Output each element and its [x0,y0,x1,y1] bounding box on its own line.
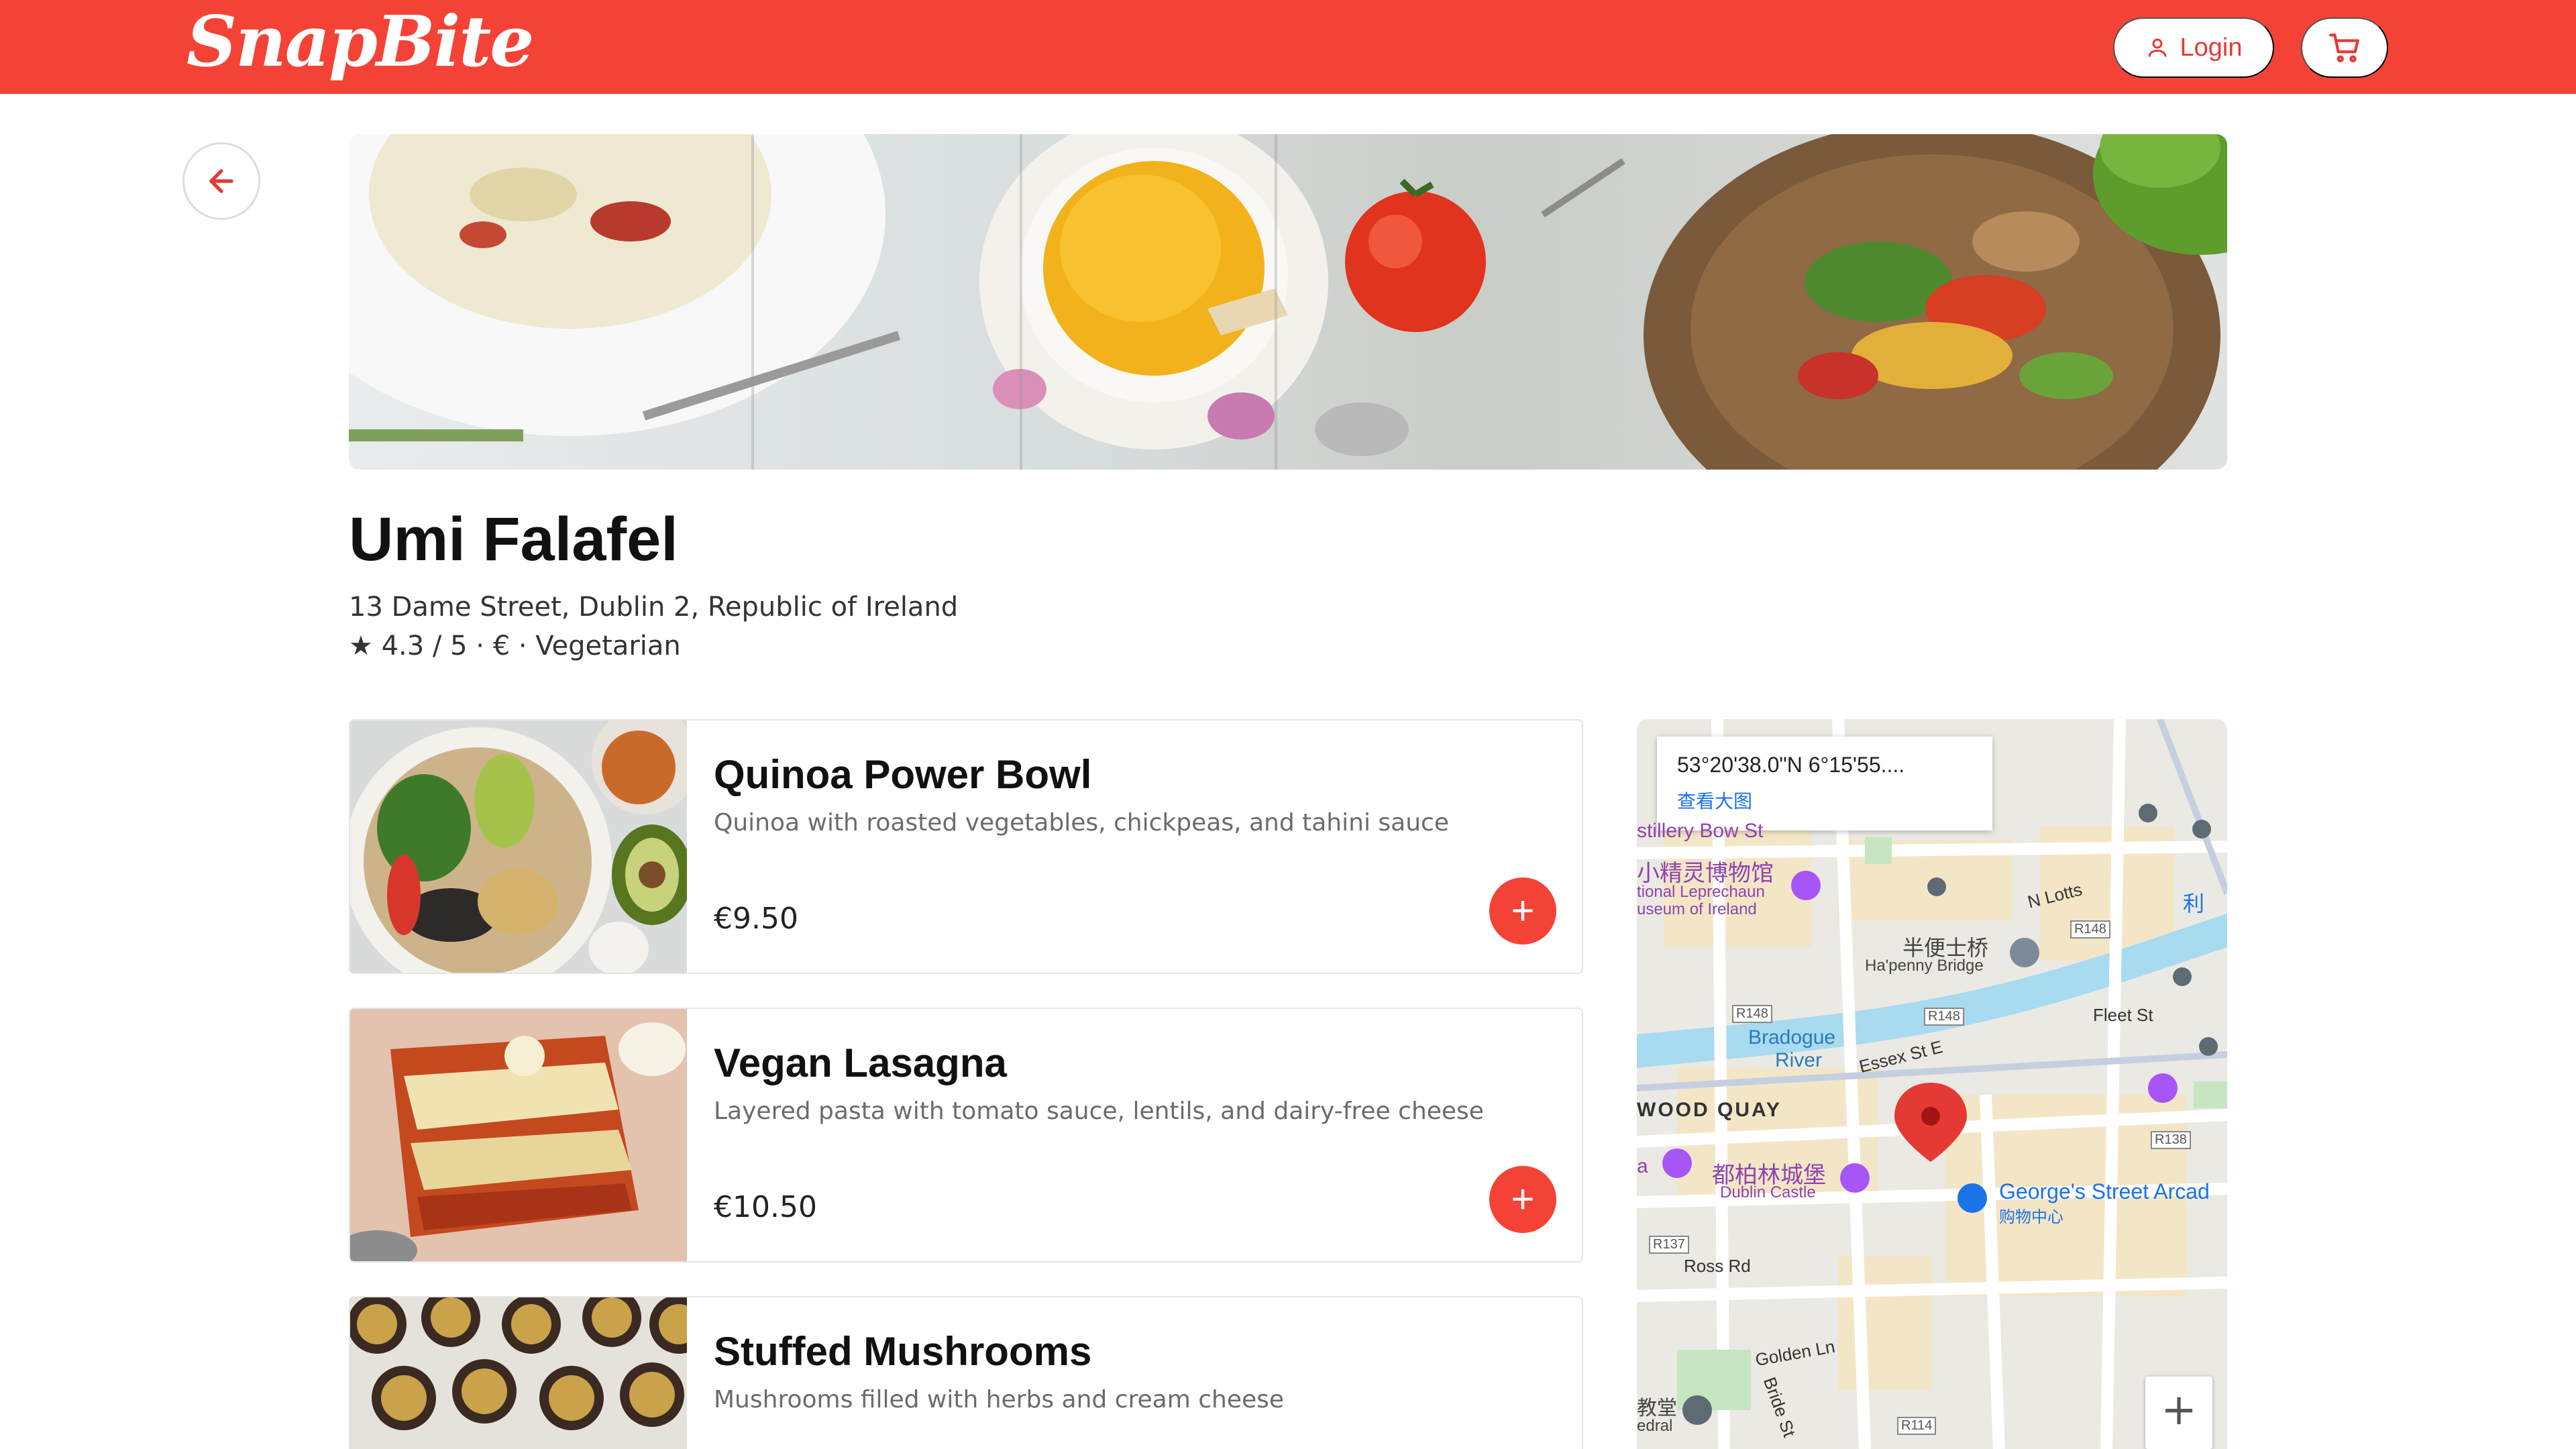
top-nav-bar: SnapBite Login [0,0,2576,94]
cart-icon [2329,34,2359,62]
map-label: 购物中心 [1999,1208,2063,1226]
menu-item-title: Vegan Lasagna [714,1040,1007,1085]
map-label: Dublin Castle [1720,1183,1816,1201]
road-shield: R114 [1897,1417,1937,1435]
restaurant-banner-image [349,134,2227,470]
menu-item-description: Mushrooms filled with herbs and cream ch… [714,1386,1285,1413]
location-map[interactable]: 53°20'38.0"N 6°15'55.... 查看大图 stillery B… [1637,719,2227,1449]
map-label: WOOD QUAY [1637,1099,1782,1121]
back-button[interactable] [182,142,260,220]
menu-item-card[interactable]: Stuffed Mushrooms Mushrooms filled with … [349,1296,1583,1449]
menu-item-description: Quinoa with roasted vegetables, chickpea… [714,809,1449,837]
menu-item-price: €9.50 [714,902,798,936]
map-label: useum of Ireland [1637,900,1757,918]
login-label: Login [2180,33,2243,62]
banner-food-illustration [349,134,2227,470]
menu-item-card[interactable]: Quinoa Power Bowl Quinoa with roasted ve… [349,719,1583,974]
plus-icon: + [1511,1177,1535,1222]
map-label: tional Leprechaun [1637,883,1765,901]
map-label: Ha'penny Bridge [1865,957,1984,975]
vegan-lasagna-image [350,1009,687,1261]
menu-item-description: Layered pasta with tomato sauce, lentils… [714,1097,1484,1125]
restaurant-meta: ★ 4.3 / 5 · € · Vegetarian [349,631,681,661]
menu-item-price: €10.50 [714,1190,817,1224]
menu-item-title: Quinoa Power Bowl [714,752,1092,797]
map-label: Fleet St [2093,1005,2153,1025]
map-coordinates: 53°20'38.0"N 6°15'55.... [1677,753,1905,777]
cart-button[interactable] [2301,17,2388,78]
map-label: George's Street Arcad [1999,1179,2210,1203]
road-shield: R148 [2070,920,2110,938]
restaurant-name: Umi Falafel [349,505,678,574]
stuffed-mushrooms-image [350,1297,687,1449]
map-label: edral [1637,1417,1673,1435]
map-label: 利 [2183,892,2205,916]
menu-item-card[interactable]: Vegan Lasagna Layered pasta with tomato … [349,1008,1583,1263]
view-larger-map-link[interactable]: 查看大图 [1677,787,1972,814]
map-label: River [1775,1049,1823,1071]
road-shield: R138 [2151,1131,2191,1149]
login-button[interactable]: Login [2113,17,2274,78]
add-to-cart-button[interactable]: + [1489,1166,1556,1233]
map-label: stillery Bow St [1637,820,1764,842]
logo[interactable]: SnapBite [186,0,534,94]
road-shield: R137 [1649,1236,1689,1254]
road-shield: R148 [1924,1008,1964,1026]
quinoa-bowl-image [350,720,687,973]
map-label: Bradogue [1748,1026,1836,1049]
map-label: a [1637,1155,1648,1177]
arrow-left-icon [209,169,233,193]
map-zoom-in-button[interactable]: + [2145,1377,2212,1449]
menu-item-title: Stuffed Mushrooms [714,1329,1092,1374]
map-info-popup: 53°20'38.0"N 6°15'55.... 查看大图 [1657,737,1992,830]
road-shield: R148 [1732,1005,1772,1023]
add-to-cart-button[interactable]: + [1489,877,1556,945]
plus-icon: + [1511,888,1535,933]
user-icon [2148,38,2166,57]
restaurant-address: 13 Dame Street, Dublin 2, Republic of Ir… [349,592,959,623]
map-label: Ross Rd [1684,1256,1751,1276]
